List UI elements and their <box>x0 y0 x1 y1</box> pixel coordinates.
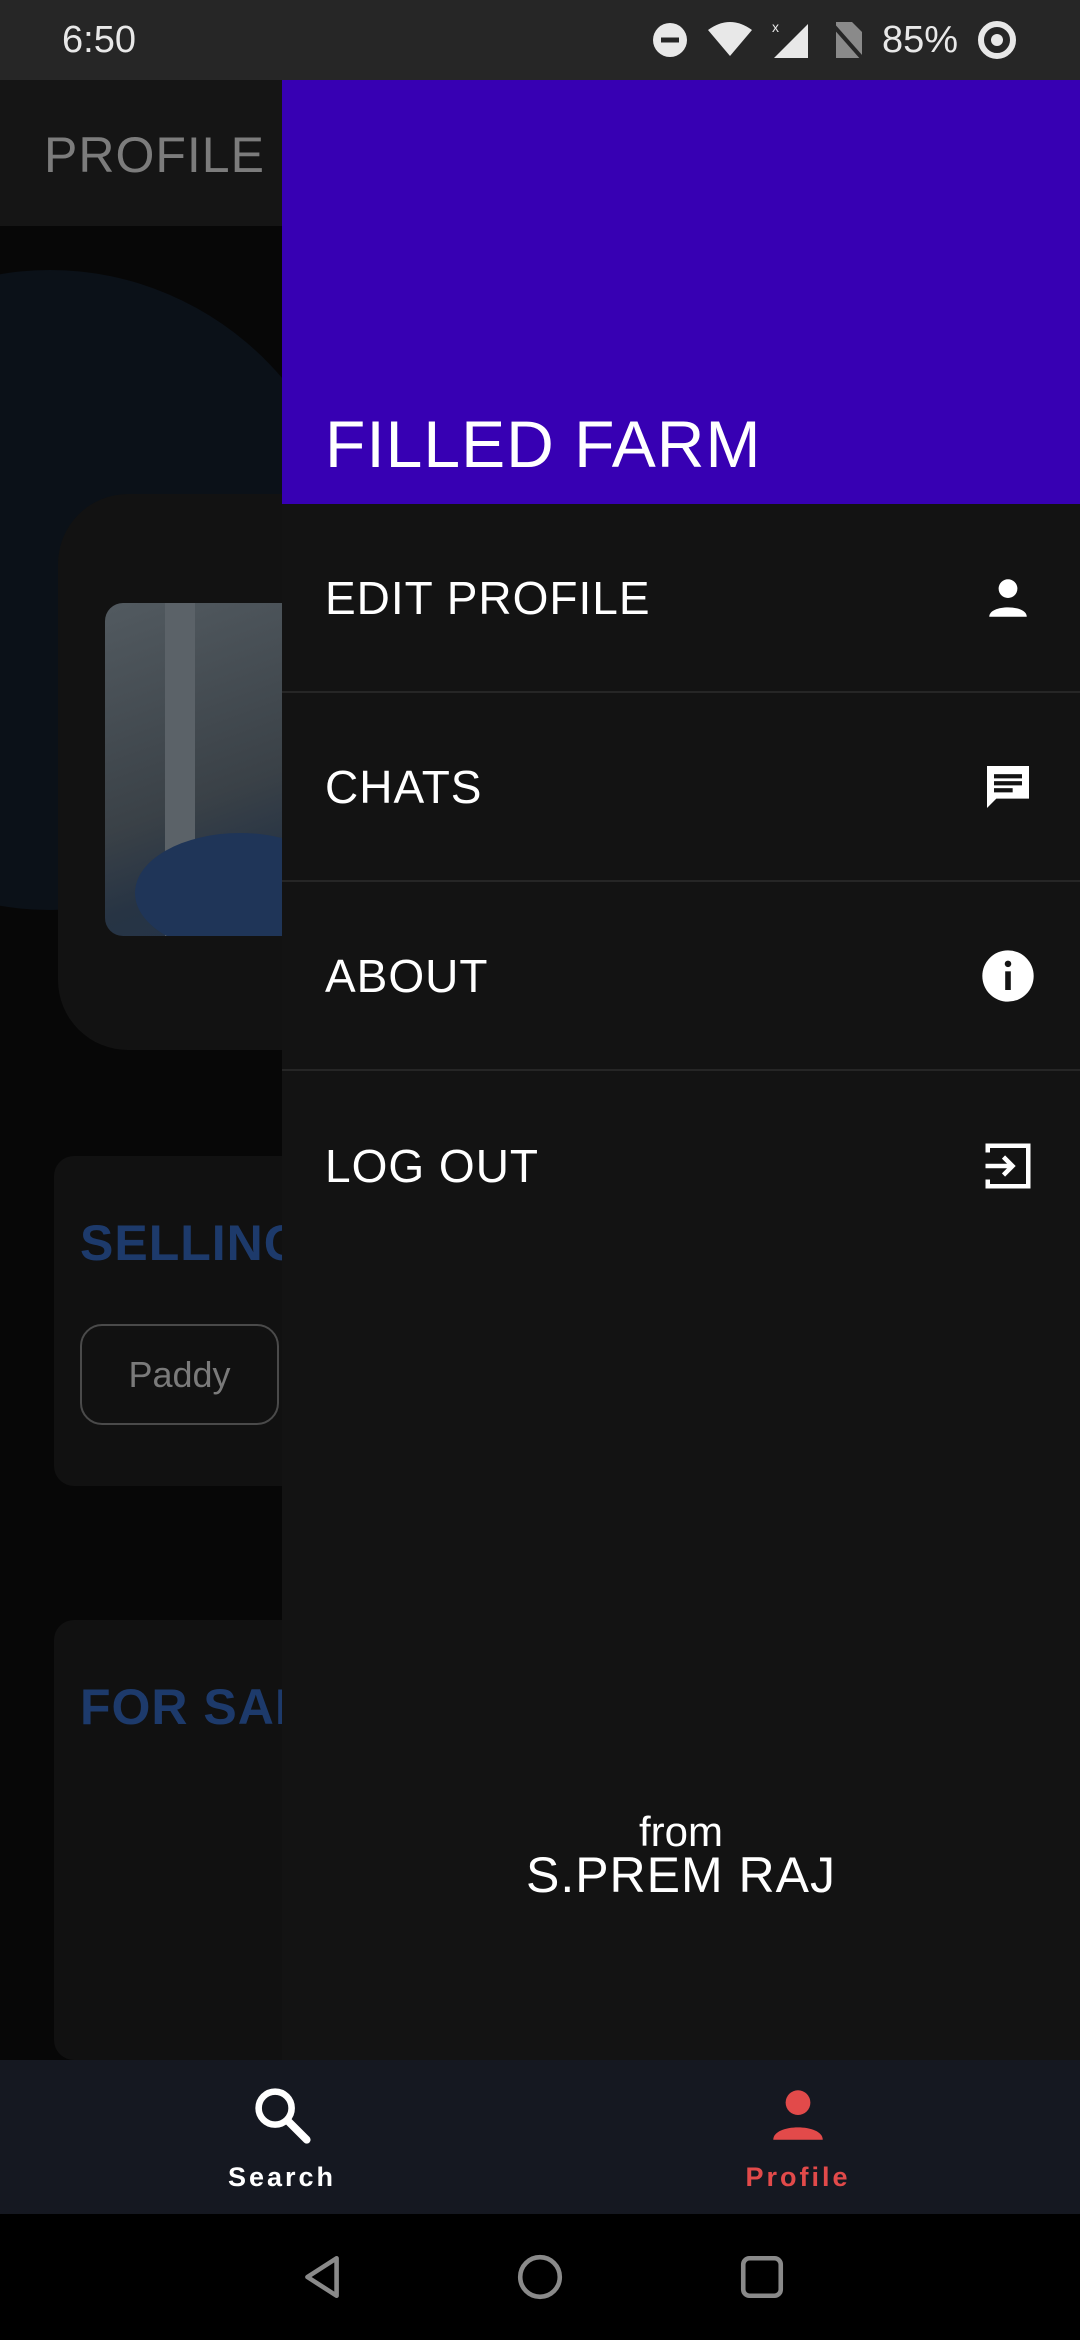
nav-tab-profile[interactable]: Profile <box>528 2060 1068 2214</box>
navigation-drawer: FILLED FARM EDIT PROFILE CHATS ABOUT LOG… <box>282 80 1080 2060</box>
menu-item-chats[interactable]: CHATS <box>282 693 1080 882</box>
selling-title: SELLING <box>80 1215 304 1271</box>
search-icon <box>249 2082 315 2148</box>
nav-tab-search[interactable]: Search <box>12 2060 552 2214</box>
menu-item-label: ABOUT <box>325 949 489 1002</box>
wifi-icon <box>706 22 754 58</box>
recents-icon[interactable] <box>737 2252 787 2302</box>
page-title: PROFILE <box>44 127 265 183</box>
battery-text: 85% <box>881 18 958 61</box>
drawer-header: FILLED FARM <box>282 80 1080 504</box>
crop-chip[interactable]: Paddy <box>80 1324 279 1425</box>
person-icon <box>980 570 1036 626</box>
status-time: 6:50 <box>62 18 136 61</box>
logout-icon <box>980 1138 1036 1194</box>
credit-author: S.PREM RAJ <box>525 1847 837 1903</box>
info-icon <box>980 948 1036 1004</box>
bottom-navigation: Search Profile <box>0 2060 1080 2214</box>
app-brand: FILLED FARM <box>325 407 762 481</box>
status-bar: 6:50 x 85% <box>0 0 1080 80</box>
chat-icon <box>980 759 1036 815</box>
no-sim-icon <box>830 20 864 60</box>
home-icon[interactable] <box>515 2252 565 2302</box>
person-icon <box>765 2082 831 2148</box>
do-not-disturb-icon <box>652 22 688 58</box>
menu-item-label: LOG OUT <box>325 1139 540 1192</box>
menu-item-about[interactable]: ABOUT <box>282 882 1080 1071</box>
back-icon[interactable] <box>297 2252 347 2302</box>
nav-tab-label: Profile <box>745 2162 851 2192</box>
menu-item-log-out[interactable]: LOG OUT <box>282 1071 1080 1260</box>
battery-ring-icon <box>976 19 1018 61</box>
menu-item-label: CHATS <box>325 760 483 813</box>
status-icons: x 85% <box>652 19 1018 62</box>
system-navigation-bar <box>0 2214 1080 2340</box>
menu-item-edit-profile[interactable]: EDIT PROFILE <box>282 504 1080 693</box>
menu-item-label: EDIT PROFILE <box>325 571 651 624</box>
svg-text:x: x <box>772 20 779 35</box>
cell-signal-icon: x <box>772 20 812 60</box>
nav-tab-label: Search <box>227 2162 337 2192</box>
